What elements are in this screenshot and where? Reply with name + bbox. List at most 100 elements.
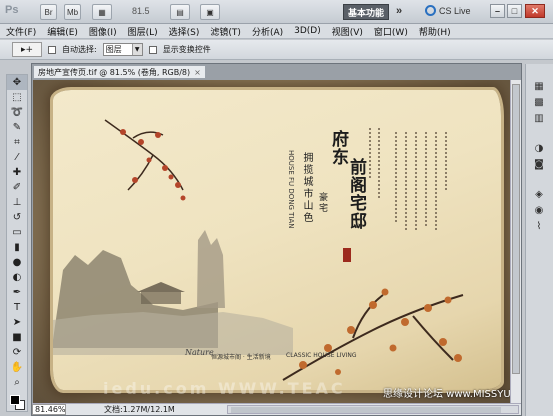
auto-select-checkbox[interactable] bbox=[48, 45, 56, 54]
document-window: 房地产宣传页.tif @ 81.5% (卷角, RGB/8) × 府东 前阁宅邸… bbox=[31, 63, 522, 416]
menu-filter[interactable]: 滤镜(T) bbox=[210, 25, 241, 38]
tool-preset-picker[interactable]: ▸+ bbox=[12, 42, 42, 57]
body-text-column bbox=[435, 132, 437, 232]
cs-live-label: CS Live bbox=[439, 5, 471, 16]
view-extras-button[interactable]: ▦ bbox=[92, 4, 112, 20]
status-bar: 81.46% 文档:1.27M/12.1M bbox=[32, 403, 521, 415]
plum-flowers-top bbox=[120, 129, 186, 201]
masks-panel-icon[interactable]: ◙ bbox=[526, 156, 552, 172]
hand-tool-icon[interactable]: ✋ bbox=[7, 360, 27, 375]
brush-tool-icon[interactable]: ✐ bbox=[7, 180, 27, 195]
show-transform-label: 显示变换控件 bbox=[162, 45, 211, 54]
eraser-tool-icon[interactable]: ▭ bbox=[7, 225, 27, 240]
menu-window[interactable]: 窗口(W) bbox=[374, 25, 408, 38]
chevron-down-icon: ▼ bbox=[131, 44, 142, 55]
lasso-tool-icon[interactable]: ➰ bbox=[7, 105, 27, 120]
layout-icon: ▤ bbox=[176, 7, 184, 17]
application-bar: Ps Br Mb ▦ 81.5 ▤ ▣ 基本功能 » CS Live – □ ✕ bbox=[0, 0, 553, 24]
body-text-column bbox=[405, 132, 407, 232]
swatches-panel-icon[interactable]: ▩ bbox=[526, 94, 552, 110]
zoom-field[interactable]: 81.46% bbox=[32, 404, 66, 415]
healing-brush-tool-icon[interactable]: ✚ bbox=[7, 165, 27, 180]
path-selection-tool-icon[interactable]: ➤ bbox=[7, 315, 27, 330]
menu-view[interactable]: 视图(V) bbox=[332, 25, 363, 38]
minibridge-button[interactable]: Mb bbox=[64, 4, 81, 20]
body-text-column bbox=[445, 132, 447, 192]
zoom-tool-icon[interactable]: ⌕ bbox=[7, 375, 27, 390]
show-transform-checkbox[interactable] bbox=[148, 45, 157, 54]
auto-select-dropdown[interactable]: 图层 ▼ bbox=[102, 43, 143, 56]
history-brush-tool-icon[interactable]: ↺ bbox=[7, 210, 27, 225]
move-tool-icon[interactable]: ✥ bbox=[7, 75, 27, 90]
maximize-button[interactable]: □ bbox=[507, 4, 522, 18]
crop-tool-icon[interactable]: ⌗ bbox=[7, 135, 27, 150]
layers-panel-icon[interactable]: ◈ bbox=[526, 186, 552, 202]
document-title: 房地产宣传页.tif @ 81.5% (卷角, RGB/8) bbox=[38, 67, 191, 77]
poster-footer-en: CLASSIC HOUSE LIVING bbox=[286, 352, 357, 359]
menu-bar: 文件(F) 编辑(E) 图像(I) 图层(L) 选择(S) 滤镜(T) 分析(A… bbox=[0, 24, 553, 39]
panel-dock: ▦ ▩ ▥ ◑ ◙ ◈ ◉ ⌇ bbox=[525, 64, 553, 416]
poster-subtitle: 拥揽城市山色 bbox=[301, 152, 312, 224]
clone-stamp-tool-icon[interactable]: ⊥ bbox=[7, 195, 27, 210]
bridge-button[interactable]: Br bbox=[40, 4, 57, 20]
site-watermark: 思缘设计论坛 www.MISSYUAN.com bbox=[383, 389, 511, 400]
color-panel-icon[interactable]: ▦ bbox=[526, 78, 552, 94]
marquee-tool-icon[interactable]: ⬚ bbox=[7, 90, 27, 105]
menu-edit[interactable]: 编辑(E) bbox=[47, 25, 78, 38]
foreground-color-swatch[interactable] bbox=[10, 395, 20, 405]
horizontal-scrollbar[interactable] bbox=[227, 405, 519, 414]
quick-select-tool-icon[interactable]: ✎ bbox=[7, 120, 27, 135]
body-text-column bbox=[425, 132, 427, 227]
image-canvas[interactable]: 府东 前阁宅邸 拥揽城市山色 豪宅 HOUSE FU DONG TIAN Nat… bbox=[33, 80, 511, 404]
channels-panel-icon[interactable]: ◉ bbox=[526, 202, 552, 218]
type-tool-icon[interactable]: T bbox=[7, 300, 27, 315]
menu-select[interactable]: 选择(S) bbox=[169, 25, 200, 38]
menu-analysis[interactable]: 分析(A) bbox=[252, 25, 283, 38]
gradient-tool-icon[interactable]: ▮ bbox=[7, 240, 27, 255]
vertical-scroll-thumb[interactable] bbox=[512, 84, 520, 374]
menu-file[interactable]: 文件(F) bbox=[6, 25, 36, 38]
styles-panel-icon[interactable]: ▥ bbox=[526, 110, 552, 126]
shape-tool-icon[interactable]: ■ bbox=[7, 330, 27, 345]
menu-image[interactable]: 图像(I) bbox=[89, 25, 117, 38]
dodge-tool-icon[interactable]: ◐ bbox=[7, 270, 27, 285]
eyedropper-tool-icon[interactable]: ⁄ bbox=[7, 150, 27, 165]
arrange-documents-button[interactable]: ▤ bbox=[170, 4, 190, 20]
zoom-level[interactable]: 81.5 bbox=[132, 6, 150, 16]
poster-title-line2: 前阁宅邸 bbox=[346, 158, 366, 230]
poster-subtitle-2: 豪宅 bbox=[317, 192, 327, 214]
plum-branch-top bbox=[104, 119, 184, 191]
workspace-switcher[interactable]: 基本功能 bbox=[343, 4, 389, 20]
document-tab[interactable]: 房地产宣传页.tif @ 81.5% (卷角, RGB/8) × bbox=[33, 65, 206, 79]
poster-english-title: HOUSE FU DONG TIAN bbox=[287, 150, 295, 229]
landscape-image bbox=[53, 230, 293, 355]
cs-live-button[interactable]: CS Live bbox=[425, 5, 471, 16]
photoshop-logo: Ps bbox=[5, 4, 19, 16]
menu-3d[interactable]: 3D(D) bbox=[294, 26, 321, 36]
options-bar: ▸+ 自动选择: 图层 ▼ 显示变换控件 bbox=[0, 40, 553, 60]
close-button[interactable]: ✕ bbox=[525, 4, 545, 18]
body-text-column bbox=[395, 132, 397, 222]
faint-watermark: iedu.com WWW.TEAC bbox=[103, 379, 346, 398]
vertical-scrollbar[interactable] bbox=[510, 80, 521, 404]
cs-live-icon bbox=[425, 5, 436, 16]
poster-logo-cn: 恒源城市阁 · 生活新境 bbox=[211, 354, 271, 361]
3d-rotate-tool-icon[interactable]: ⟳ bbox=[7, 345, 27, 360]
close-tab-icon[interactable]: × bbox=[194, 68, 201, 77]
menu-help[interactable]: 帮助(H) bbox=[419, 25, 451, 38]
toolbox: ✥ ⬚ ➰ ✎ ⌗ ⁄ ✚ ✐ ⊥ ↺ ▭ ▮ ● ◐ ✒ T ➤ ■ ⟳ ✋ … bbox=[6, 74, 28, 412]
minimize-button[interactable]: – bbox=[490, 4, 505, 18]
blur-tool-icon[interactable]: ● bbox=[7, 255, 27, 270]
workspace-expand-icon[interactable]: » bbox=[396, 5, 402, 17]
poster-logo-en: Nature bbox=[185, 348, 214, 357]
paths-panel-icon[interactable]: ⌇ bbox=[526, 218, 552, 234]
document-size-info[interactable]: 文档:1.27M/12.1M bbox=[104, 404, 175, 415]
body-text-column bbox=[378, 128, 380, 198]
screen-mode-button[interactable]: ▣ bbox=[200, 4, 220, 20]
adjustments-panel-icon[interactable]: ◑ bbox=[526, 140, 552, 156]
menu-layer[interactable]: 图层(L) bbox=[128, 25, 158, 38]
red-seal bbox=[343, 248, 351, 262]
pen-tool-icon[interactable]: ✒ bbox=[7, 285, 27, 300]
horizontal-scroll-thumb[interactable] bbox=[231, 407, 501, 413]
auto-select-value: 图层 bbox=[105, 45, 122, 54]
